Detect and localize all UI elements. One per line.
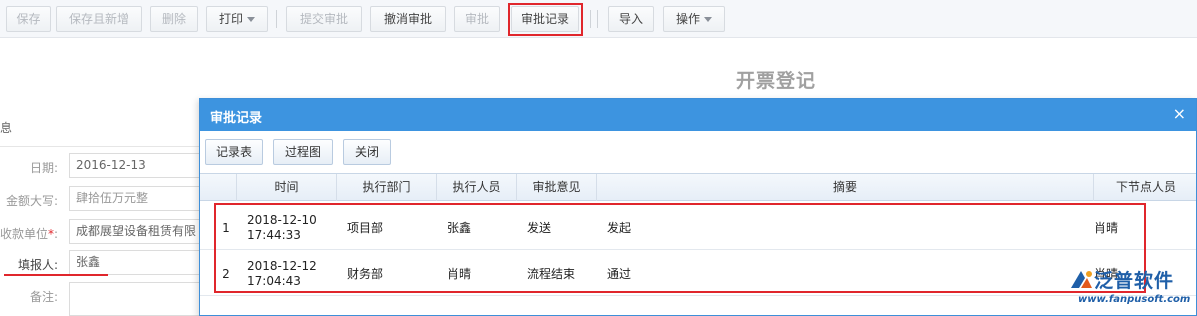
cell-dept: 财务部 <box>347 267 384 281</box>
cell-time: 2018-12-10 17:44:33 <box>247 212 317 242</box>
submit-approval-button[interactable]: 提交审批 <box>286 6 362 32</box>
cell-summary: 通过 <box>607 267 632 281</box>
actions-menu-label: 操作 <box>675 12 700 26</box>
row-index: 2 <box>222 266 230 281</box>
cell-summary: 发起 <box>607 221 632 235</box>
remarks-label: 备注: <box>29 290 58 304</box>
column-header-person: 执行人员 <box>437 174 517 201</box>
remarks-field[interactable] <box>69 282 209 316</box>
column-header-opinion: 审批意见 <box>517 174 597 201</box>
approval-records-button[interactable]: 审批记录 <box>511 6 579 32</box>
table-row[interactable]: 2 2018-12-12 17:04:43 财务部 肖晴 流程结束 通过 肖晴 <box>200 251 1196 296</box>
cell-person: 张鑫 <box>447 221 472 235</box>
payee-label-text: 收款单位 <box>0 227 48 241</box>
close-button[interactable]: 关闭 <box>343 139 391 165</box>
delete-button[interactable]: 删除 <box>150 6 198 32</box>
table-header: 时间 执行部门 执行人员 审批意见 摘要 下节点人员 <box>200 174 1196 201</box>
screen: 保存 保存且新增 删除 打印 提交审批 撤消审批 审批 审批记录 导入 操作 开… <box>0 0 1197 316</box>
reporter-field[interactable]: 张鑫 <box>69 250 209 275</box>
approval-table: 时间 执行部门 执行人员 审批意见 摘要 下节点人员 1 2018-12-10 … <box>200 173 1196 316</box>
record-table-button[interactable]: 记录表 <box>205 139 263 165</box>
actions-menu-button[interactable]: 操作 <box>663 6 725 32</box>
dialog-header: 审批记录 × <box>200 99 1196 131</box>
fanpusoft-logo: 泛普软件 www.fanpusoft.com <box>1068 266 1193 312</box>
save-and-new-button[interactable]: 保存且新增 <box>56 6 142 32</box>
cell-next: 肖晴 <box>1094 221 1119 235</box>
dialog-title: 审批记录 <box>210 111 263 126</box>
cell-time: 2018-12-12 17:04:43 <box>247 258 317 288</box>
payee-label: 收款单位*: <box>0 227 58 241</box>
cell-opinion: 流程结束 <box>527 267 576 281</box>
payee-field[interactable]: 成都展望设备租赁有限 <box>69 219 209 244</box>
amount-words-label: 金额大写: <box>5 194 58 208</box>
cell-opinion: 发送 <box>527 221 552 235</box>
column-header-dept: 执行部门 <box>337 174 437 201</box>
row-index: 1 <box>222 220 230 235</box>
date-label: 日期: <box>29 161 58 175</box>
print-button[interactable]: 打印 <box>206 6 268 32</box>
required-marker: * <box>47 227 54 241</box>
close-icon[interactable]: × <box>1173 105 1186 123</box>
logo-url: www.fanpusoft.com <box>1078 294 1191 305</box>
revoke-approval-button[interactable]: 撤消审批 <box>370 6 446 32</box>
chevron-down-icon <box>704 17 712 22</box>
dialog-toolbar: 记录表 过程图 关闭 <box>200 131 1196 171</box>
import-button[interactable]: 导入 <box>608 6 654 32</box>
table-row[interactable]: 1 2018-12-10 17:44:33 项目部 张鑫 发送 发起 肖晴 <box>200 205 1196 250</box>
process-chart-button[interactable]: 过程图 <box>273 139 333 165</box>
section-heading: 息 <box>0 121 13 135</box>
approval-records-dialog: 审批记录 × 记录表 过程图 关闭 时间 执行部门 执行人员 审批意见 摘要 下… <box>199 98 1197 316</box>
save-button[interactable]: 保存 <box>6 6 51 32</box>
print-button-label: 打印 <box>218 12 243 26</box>
column-header-summary: 摘要 <box>597 174 1094 201</box>
chevron-down-icon <box>247 17 255 22</box>
toolbar-divider <box>597 10 598 28</box>
cell-dept: 项目部 <box>347 221 384 235</box>
amount-words-field[interactable]: 肆拾伍万元整 <box>69 186 209 211</box>
toolbar-divider <box>590 10 591 28</box>
page-title: 开票登记 <box>736 70 817 92</box>
section-divider <box>0 146 200 147</box>
logo-name: 泛普软件 <box>1094 270 1175 292</box>
main-toolbar: 保存 保存且新增 删除 打印 提交审批 撤消审批 审批 审批记录 导入 操作 <box>0 0 1197 38</box>
column-header-time: 时间 <box>237 174 337 201</box>
date-field[interactable]: 2016-12-13 <box>69 153 209 178</box>
reporter-annotation-underline <box>4 274 108 276</box>
column-header-next: 下节点人员 <box>1115 180 1176 194</box>
approve-button[interactable]: 审批 <box>454 6 500 32</box>
toolbar-divider <box>276 10 277 28</box>
index-column-header <box>200 174 237 201</box>
logo-mark-icon <box>1071 271 1092 288</box>
cell-person: 肖晴 <box>447 267 472 281</box>
reporter-label: 填报人: <box>17 258 58 272</box>
